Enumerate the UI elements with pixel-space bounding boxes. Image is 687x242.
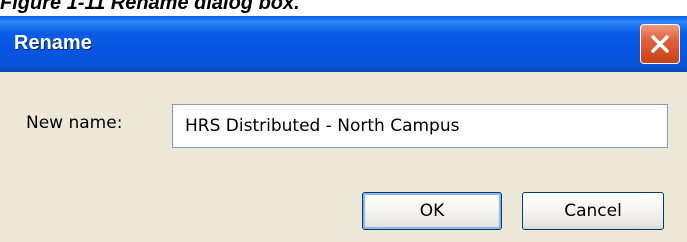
dialog-title: Rename xyxy=(14,32,92,54)
close-button[interactable] xyxy=(640,24,680,64)
cancel-button[interactable]: Cancel xyxy=(522,192,664,230)
title-bar[interactable]: Rename xyxy=(0,16,687,72)
ok-button[interactable]: OK xyxy=(362,192,502,230)
new-name-input[interactable] xyxy=(172,104,668,148)
rename-dialog: Rename New name: OK Cancel xyxy=(0,16,687,242)
figure-caption: Figure 1-11 Rename dialog box. xyxy=(0,0,300,14)
close-icon xyxy=(649,33,671,55)
new-name-label: New name: xyxy=(26,113,123,133)
dialog-body: New name: OK Cancel xyxy=(0,72,687,242)
